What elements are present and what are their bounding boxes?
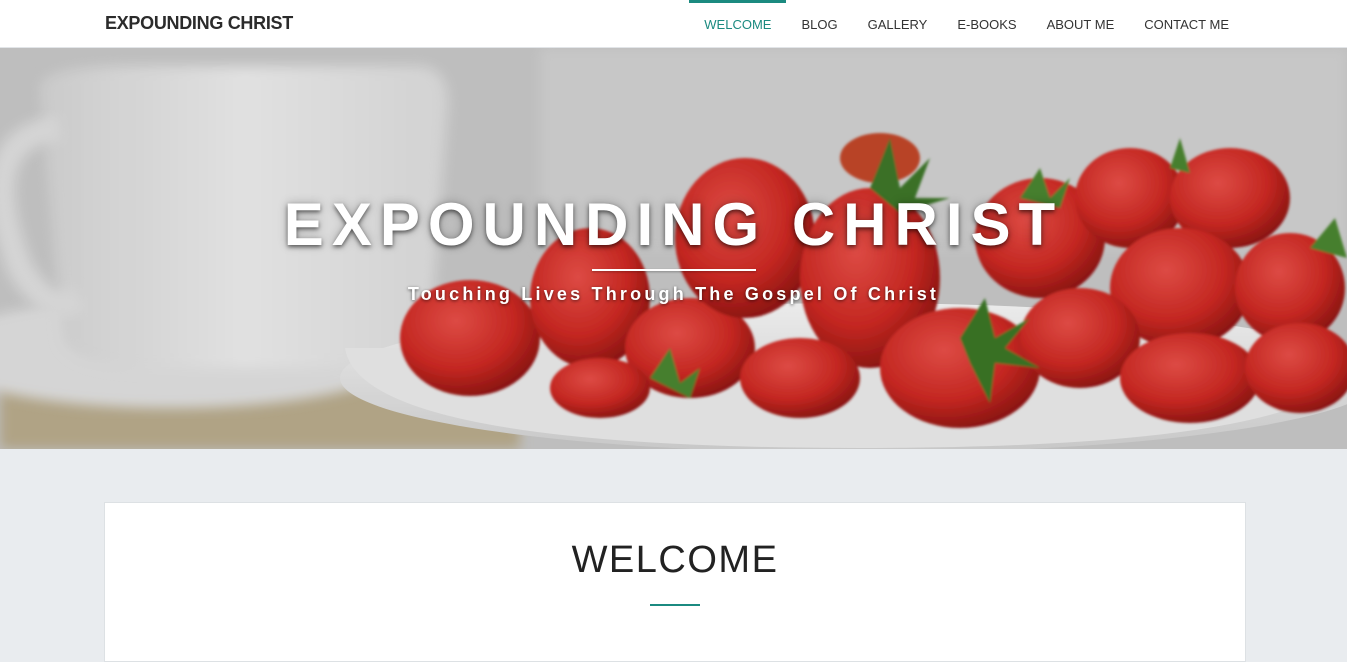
- hero-title: EXPOUNDING CHRIST: [283, 191, 1064, 258]
- nav-item-gallery[interactable]: GALLERY: [853, 0, 943, 48]
- main-nav: WELCOME BLOG GALLERY E-BOOKS ABOUT ME CO…: [689, 0, 1244, 48]
- section-heading: WELCOME: [571, 539, 779, 581]
- nav-item-ebooks[interactable]: E-BOOKS: [942, 0, 1031, 48]
- nav-item-contact-me[interactable]: CONTACT ME: [1129, 0, 1244, 48]
- nav-item-welcome[interactable]: WELCOME: [689, 0, 787, 48]
- nav-item-blog[interactable]: BLOG: [786, 0, 852, 48]
- site-header: EXPOUNDING CHRIST WELCOME BLOG GALLERY E…: [0, 0, 1347, 48]
- section-divider: [650, 604, 700, 606]
- hero-tagline: Touching Lives Through The Gospel Of Chr…: [407, 284, 940, 304]
- hero-divider: [592, 269, 756, 271]
- nav-item-about-me[interactable]: ABOUT ME: [1032, 0, 1130, 48]
- site-title-link[interactable]: EXPOUNDING CHRIST: [105, 13, 293, 34]
- hero-banner: EXPOUNDING CHRIST Touching Lives Through…: [0, 48, 1347, 449]
- welcome-section: WELCOME: [104, 502, 1246, 662]
